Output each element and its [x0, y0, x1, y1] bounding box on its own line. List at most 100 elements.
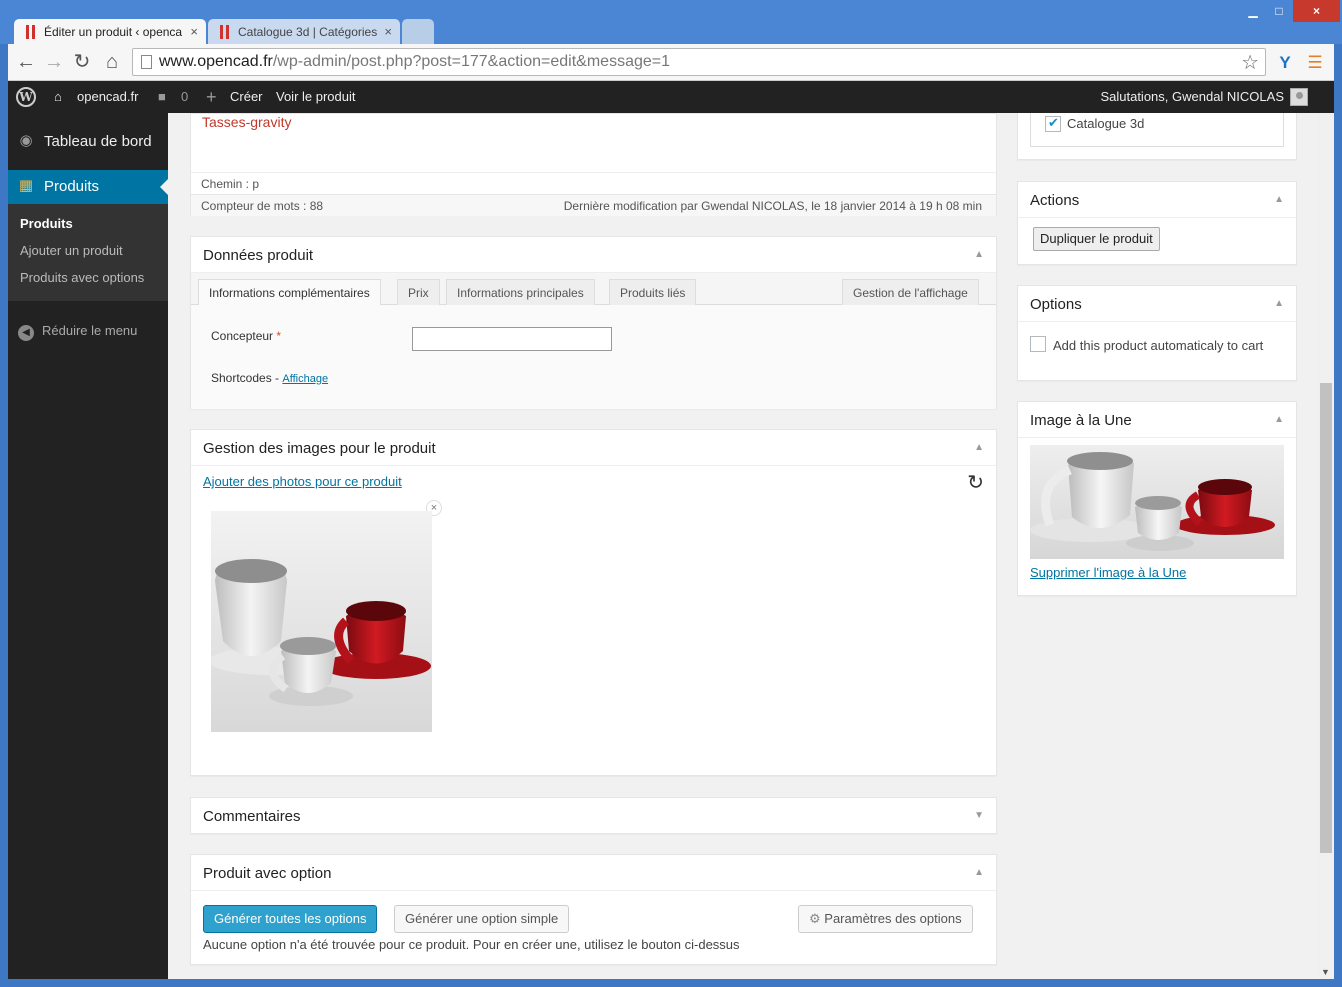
no-options-notice: Aucune option n'a été trouvée pour ce pr…	[203, 937, 740, 952]
menu-item-products[interactable]: ▦ Produits	[8, 170, 168, 204]
comments-count[interactable]: 0	[181, 81, 188, 113]
window-maximize-button[interactable]: □	[1266, 0, 1292, 22]
product-data-box: Données produit ▲ Informations complémen…	[190, 236, 997, 409]
scroll-down-arrow-icon[interactable]: ▼	[1321, 967, 1330, 977]
post-editor: Tasses-gravity Chemin : p Compteur de mo…	[190, 113, 997, 216]
menu-item-dashboard[interactable]: ◉ Tableau de bord	[8, 125, 168, 159]
remove-featured-image-link[interactable]: Supprimer l'image à la Une	[1030, 565, 1186, 580]
browser-toolbar: ← → ↻ ⌂ www.opencad.fr/wp-admin/post.php…	[8, 44, 1334, 81]
comments-title[interactable]: Commentaires ▼	[191, 798, 996, 834]
product-images-title[interactable]: Gestion des images pour le produit ▲	[191, 430, 996, 466]
tab-additional-info[interactable]: Informations complémentaires	[198, 279, 381, 306]
tab-main-info[interactable]: Informations principales	[446, 279, 595, 306]
reload-icon[interactable]: ↻	[70, 51, 94, 75]
add-to-cart-checkbox[interactable]	[1030, 336, 1046, 352]
submenu-item-products[interactable]: Produits	[20, 216, 73, 231]
tab-related-products[interactable]: Produits liés	[609, 279, 697, 306]
menu-item-label: Tableau de bord	[44, 133, 152, 150]
category-checkbox[interactable]	[1045, 115, 1061, 132]
featured-image[interactable]	[1030, 445, 1284, 559]
box-title: Actions	[1030, 192, 1080, 209]
comment-bubble-icon[interactable]: ■	[158, 81, 166, 113]
tab-close-icon[interactable]: ×	[190, 24, 198, 39]
submenu-item-add-product[interactable]: Ajouter un produit	[20, 243, 123, 258]
collapse-toggle-icon[interactable]: ▲	[974, 442, 984, 453]
designer-label: Concepteur *	[211, 329, 281, 343]
designer-label-text: Concepteur	[211, 329, 274, 343]
tab-close-icon[interactable]: ×	[384, 24, 392, 39]
browser-tab-inactive[interactable]: Catalogue 3d | Catégories ×	[208, 19, 400, 45]
collapse-toggle-icon[interactable]: ▲	[1274, 414, 1284, 425]
back-arrow-icon[interactable]: ←	[14, 51, 38, 75]
designer-input[interactable]	[412, 327, 612, 351]
plus-icon[interactable]: +	[206, 81, 217, 113]
collapse-toggle-icon[interactable]: ▲	[974, 249, 984, 260]
options-settings-button[interactable]: ⚙ Paramètres des options	[798, 905, 973, 933]
box-title: Options	[1030, 296, 1082, 313]
editor-content-text[interactable]: Tasses-gravity	[202, 114, 291, 130]
submenu-item-products-options[interactable]: Produits avec options	[20, 270, 144, 285]
address-bar[interactable]: www.opencad.fr/wp-admin/post.php?post=17…	[132, 48, 1266, 76]
site-favicon-icon	[220, 25, 230, 39]
generate-simple-option-button[interactable]: Générer une option simple	[394, 905, 570, 933]
editor-status-bar: Compteur de mots : 88 Dernière modificat…	[191, 194, 996, 216]
admin-menu: ◉ Tableau de bord ▦ Produits Produits Aj…	[8, 113, 168, 979]
view-product-link[interactable]: Voir le produit	[276, 81, 356, 113]
tab-price[interactable]: Prix	[397, 279, 440, 306]
collapse-toggle-icon[interactable]: ▲	[974, 867, 984, 878]
box-title: Gestion des images pour le produit	[203, 440, 436, 457]
menu-item-label: Produits	[44, 178, 100, 195]
categories-box: Catalogue 3d	[1017, 113, 1297, 160]
generate-all-options-button[interactable]: Générer toutes les options	[203, 905, 378, 933]
window-close-button[interactable]: ×	[1293, 0, 1340, 22]
duplicate-product-button[interactable]: Dupliquer le produit	[1033, 227, 1160, 251]
bookmark-star-icon[interactable]: ☆	[1241, 50, 1259, 75]
options-sidebar-box: Options ▲ Add this product automaticaly …	[1017, 285, 1297, 381]
extension-icon[interactable]: Y	[1274, 52, 1296, 74]
collapse-menu-button[interactable]: ◀ Réduire le menu	[18, 323, 137, 341]
page-icon	[141, 55, 152, 69]
tab-display-settings[interactable]: Gestion de l'affichage	[842, 279, 979, 306]
home-icon[interactable]: ⌂	[100, 51, 124, 75]
new-tab-button[interactable]	[402, 19, 434, 45]
collapse-menu-label: Réduire le menu	[42, 323, 138, 338]
featured-image-title[interactable]: Image à la Une ▲	[1018, 402, 1296, 438]
site-home-icon[interactable]: ⌂	[54, 81, 62, 113]
chrome-menu-icon[interactable]: ☰	[1304, 52, 1326, 74]
options-settings-label: Paramètres des options	[824, 911, 962, 926]
new-content-link[interactable]: Créer	[230, 81, 263, 113]
avatar[interactable]	[1290, 88, 1308, 106]
site-name-link[interactable]: opencad.fr	[77, 81, 138, 113]
category-label: Catalogue 3d	[1067, 116, 1145, 131]
wordpress-logo-icon[interactable]: W	[16, 87, 36, 107]
forward-arrow-icon[interactable]: →	[42, 51, 66, 75]
refresh-icon[interactable]: ↻	[967, 470, 984, 495]
url-path: /wp-admin/post.php?post=177&action=edit&…	[272, 53, 670, 70]
add-to-cart-label: Add this product automaticaly to cart	[1053, 338, 1264, 353]
box-title: Image à la Une	[1030, 412, 1132, 429]
dashboard-gauge-icon: ◉	[19, 132, 33, 149]
expand-toggle-icon[interactable]: ▼	[974, 810, 984, 821]
browser-tabstrip: Éditer un produit ‹ openca × Catalogue 3…	[0, 0, 1342, 45]
box-title: Données produit	[203, 247, 314, 264]
scrollbar-thumb[interactable]	[1320, 383, 1332, 853]
collapse-arrow-icon: ◀	[18, 325, 34, 341]
collapse-toggle-icon[interactable]: ▲	[1274, 298, 1284, 309]
product-options-title[interactable]: Produit avec option ▲	[191, 855, 996, 891]
products-submenu: Produits Ajouter un produit Produits ave…	[8, 204, 168, 301]
options-sidebar-title[interactable]: Options ▲	[1018, 286, 1296, 322]
user-greeting[interactable]: Salutations, Gwendal NICOLAS	[1100, 81, 1284, 113]
collapse-toggle-icon[interactable]: ▲	[1274, 194, 1284, 205]
browser-tab-active[interactable]: Éditer un produit ‹ openca ×	[14, 19, 206, 45]
tab-title: Catalogue 3d | Catégories	[238, 25, 378, 39]
product-data-title[interactable]: Données produit ▲	[191, 237, 996, 273]
product-images-box: Gestion des images pour le produit ▲ Ajo…	[190, 429, 997, 776]
page-scrollbar[interactable]: ▼	[1318, 113, 1334, 979]
window-minimize-button[interactable]: ▁	[1240, 0, 1266, 22]
tab-title: Éditer un produit ‹ openca	[44, 25, 183, 39]
actions-title[interactable]: Actions ▲	[1018, 182, 1296, 218]
shortcodes-row: Shortcodes - Affichage	[211, 371, 328, 385]
shortcodes-display-link[interactable]: Affichage	[282, 373, 328, 385]
product-image-thumbnail[interactable]	[211, 511, 432, 732]
add-photos-link[interactable]: Ajouter des photos pour ce produit	[203, 474, 402, 489]
